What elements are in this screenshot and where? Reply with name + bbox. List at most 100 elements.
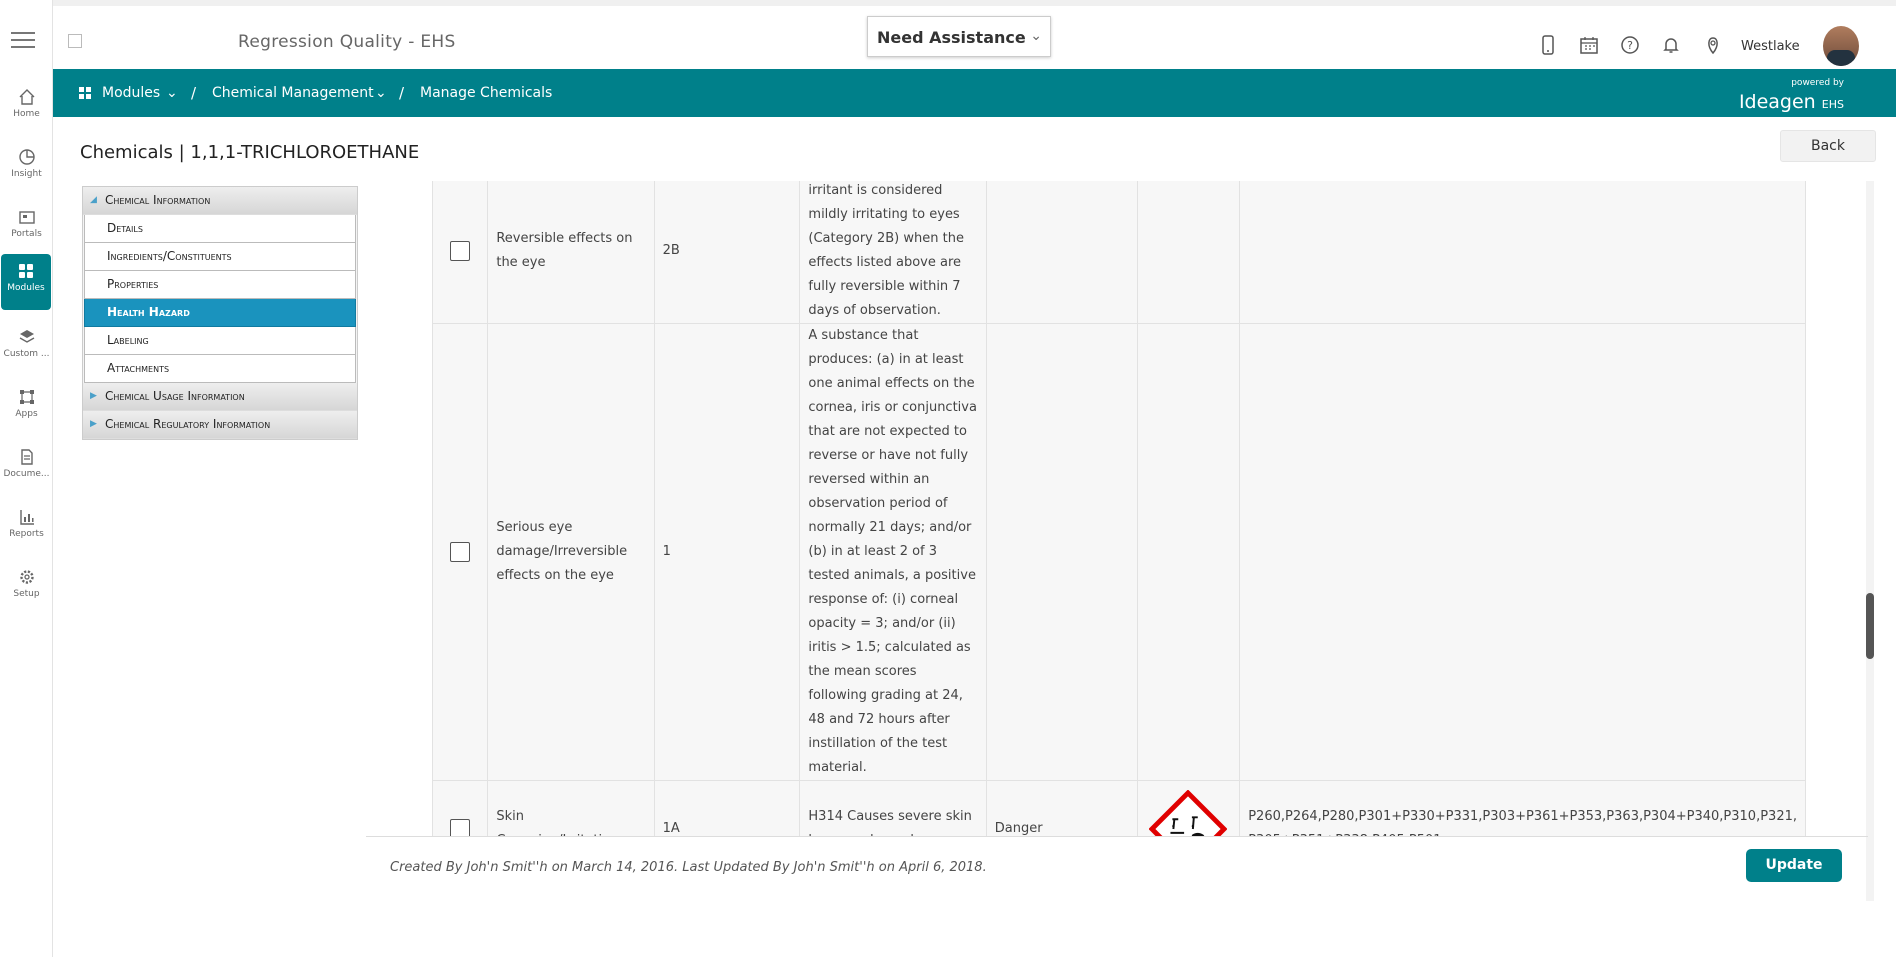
rail-item-apps[interactable]: Apps [0,380,53,436]
help-icon[interactable]: ? [1620,35,1640,55]
tree-item-ingredients[interactable]: Ingredients/Constituents [84,243,356,271]
tree-group-chemical-usage[interactable]: ▶ Chemical Usage Information [83,383,357,411]
update-button[interactable]: Update [1746,849,1842,882]
tree-group-chemical-regulatory[interactable]: ▶ Chemical Regulatory Information [83,411,357,439]
powered-by-label: powered by [1791,78,1844,88]
avatar[interactable] [1823,26,1859,66]
hazard-class-cell: Skin Corrosion/Irritation [487,780,655,836]
left-rail: Home Insight Portals Modules Custom ... … [0,0,53,957]
breadcrumb-bar: Modules ⌄ / Chemical Management ⌄ / Mana… [53,69,1896,117]
pictogram-cell [1136,181,1241,324]
rail-item-documents[interactable]: Docume... [0,440,53,496]
pictogram-cell [1136,323,1241,781]
precautionary-cell: P260,P264,P280,P301+P330+P331,P303+P361+… [1239,780,1806,836]
location-pin-icon[interactable] [1703,35,1723,55]
pie-chart-icon [18,149,35,165]
breadcrumb-chemical-management[interactable]: Chemical Management [212,85,374,101]
checkbox-cell [431,181,489,324]
document-icon [20,449,33,465]
definition-cell: A substance that produces: (a) in at lea… [799,323,987,781]
precautionary-cell [1239,323,1806,781]
brand-name: Ideagen [1738,91,1816,113]
tree-group-label: Chemical Usage Information [105,389,245,403]
bar-chart-icon [19,510,34,525]
tree-group-label: Chemical Regulatory Information [105,417,271,431]
rail-label: Reports [9,529,44,539]
apps-icon [19,390,34,404]
row-checkbox[interactable] [450,818,471,836]
svg-text:?: ? [1627,39,1633,52]
breadcrumb-separator: / [191,84,197,102]
breadcrumb-manage-chemicals[interactable]: Manage Chemicals [420,85,552,101]
page-title: Chemicals | 1,1,1-TRICHLOROETHANE [80,142,420,163]
layers-icon [19,330,34,343]
tree-group-label: Chemical Information [105,193,211,207]
need-assistance-dropdown[interactable]: Need Assistance ⌄ [867,16,1051,57]
chevron-down-icon[interactable]: ⌄ [166,85,178,101]
top-bar: Regression Quality - EHS Need Assistance… [53,0,1896,69]
rail-item-home[interactable]: Home [0,80,53,136]
corrosion-pictogram-icon [1149,790,1228,836]
tree-item-attachments[interactable]: Attachments [84,355,356,383]
rail-label: Apps [15,409,38,419]
tree-item-labeling[interactable]: Labeling [84,327,356,355]
location-label[interactable]: Westlake [1741,39,1800,54]
rail-item-modules[interactable]: Modules [1,254,51,310]
grid-icon [19,264,33,278]
rail-item-portals[interactable]: Portals [0,200,53,256]
bell-icon[interactable] [1661,35,1681,55]
chevron-down-icon: ⌄ [1030,28,1042,44]
rail-label: Home [13,109,40,119]
scrollbar-thumb[interactable] [1866,593,1874,659]
signal-word-cell: Danger [985,780,1138,836]
table-row: Reversible effects on the eye 2B irritan… [431,181,1806,324]
triangle-expanded-icon: ◢ [90,195,97,205]
definition-cell: irritant is considered mildly irritating… [799,181,987,324]
rail-label: Setup [13,589,40,599]
table-row: Skin Corrosion/Irritation 1A H314 Causes… [431,780,1806,836]
mobile-icon[interactable] [1538,35,1558,55]
row-checkbox[interactable] [450,541,471,562]
rail-label: Docume... [3,469,50,479]
back-button[interactable]: Back [1780,130,1876,162]
rail-item-insight[interactable]: Insight [0,140,53,196]
calendar-icon[interactable] [1579,35,1599,55]
tree-item-details[interactable]: Details [84,215,356,243]
hazard-class-cell: Reversible effects on the eye [487,181,655,324]
audit-info: Created By Joh'n Smit''h on March 14, 20… [390,860,987,875]
home-icon [19,89,34,105]
health-hazard-table: Reversible effects on the eye 2B irritan… [431,181,1806,836]
rail-item-custom[interactable]: Custom ... [0,320,53,376]
health-hazard-table-container[interactable]: Reversible effects on the eye 2B irritan… [366,181,1868,836]
tree-item-health-hazard[interactable]: Health Hazard [84,299,356,327]
chevron-down-icon[interactable]: ⌄ [375,85,387,101]
breadcrumb-modules[interactable]: Modules [102,85,160,101]
triangle-collapsed-icon: ▶ [90,391,97,401]
signal-word-cell [985,323,1138,781]
need-assistance-label: Need Assistance [877,28,1026,47]
definition-cell: H314 Causes severe skin burns and eye da… [799,780,987,836]
triangle-collapsed-icon: ▶ [90,419,97,429]
table-row: Serious eye damage/Irreversible effects … [431,323,1806,781]
tree-group-chemical-information[interactable]: ◢ Chemical Information [83,187,357,215]
category-cell: 1A [653,780,801,836]
modules-grid-icon [79,87,91,99]
brand-suffix: EHS [1821,98,1844,111]
rail-item-setup[interactable]: Setup [0,560,53,616]
tree-item-properties[interactable]: Properties [84,271,356,299]
category-cell: 1 [653,323,801,781]
category-cell: 2B [653,181,801,324]
hamburger-menu-icon[interactable] [11,32,35,50]
section-tree: ◢ Chemical Information Details Ingredien… [82,186,358,440]
rail-label: Custom ... [3,349,50,359]
footer-divider [366,836,1868,837]
rail-item-reports[interactable]: Reports [0,500,53,556]
gear-icon [19,570,34,584]
rail-label: Modules [7,283,45,293]
logo-image [68,34,82,48]
signal-word-cell [985,181,1138,324]
row-checkbox[interactable] [450,240,471,261]
pictogram-cell [1136,780,1241,836]
vertical-scrollbar[interactable] [1866,181,1874,901]
hazard-class-cell: Serious eye damage/Irreversible effects … [487,323,655,781]
